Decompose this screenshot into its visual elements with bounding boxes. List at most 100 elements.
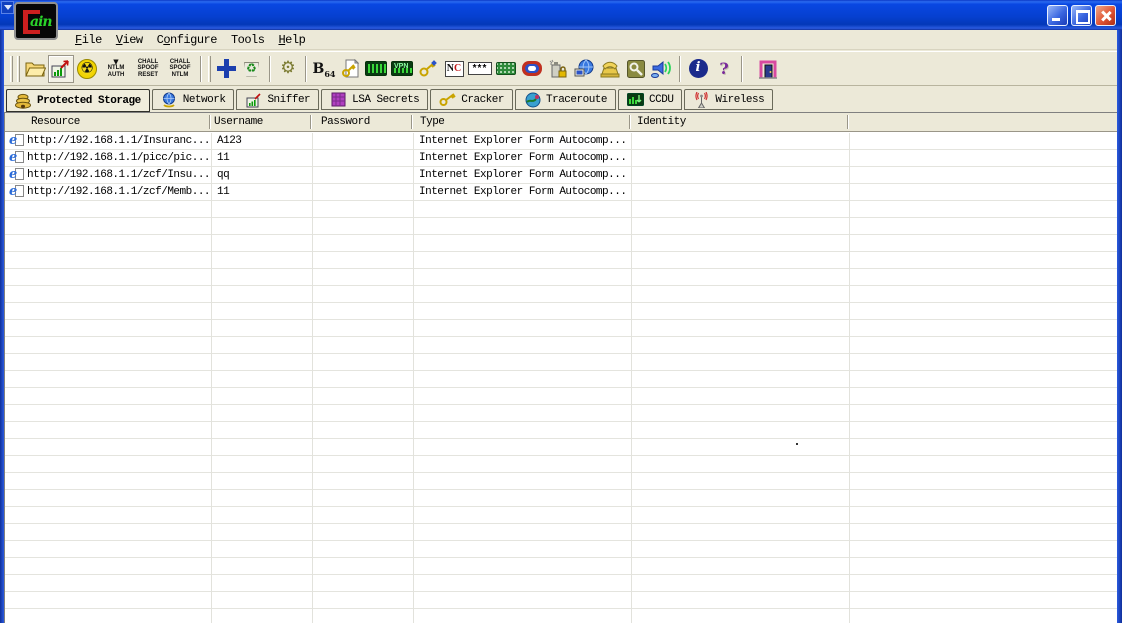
open-file-button[interactable]	[22, 55, 48, 83]
column-resizer[interactable]	[411, 115, 413, 129]
cell-type[interactable]: Internet Explorer Form Autocomp...	[419, 184, 629, 201]
cell-identity[interactable]	[637, 133, 847, 150]
cell-resource[interactable]: http://192.168.1.1/Insuranc...	[27, 133, 210, 150]
box-revealer-button[interactable]	[649, 55, 675, 83]
column-header-password[interactable]: Password	[321, 113, 409, 131]
column-header-type[interactable]: Type	[420, 113, 625, 131]
cell-identity[interactable]	[637, 167, 847, 184]
column-header-blank[interactable]	[855, 113, 1055, 131]
toolbar-grip[interactable]	[10, 56, 13, 82]
cell-resource[interactable]: http://192.168.1.1/picc/pic...	[27, 150, 210, 167]
cell-password[interactable]	[318, 133, 411, 150]
start-stop-sniffer-button[interactable]	[48, 55, 74, 83]
table-row[interactable]: e http://192.168.1.1/picc/pic... 11 Inte…	[5, 150, 1117, 167]
cell-identity[interactable]	[637, 150, 847, 167]
cell-identity[interactable]	[637, 184, 847, 201]
cell-type[interactable]: Internet Explorer Form Autocomp...	[419, 167, 629, 184]
nc-document-icon: NC	[445, 61, 464, 77]
ntlm-auth-button[interactable]: ▼NTLMAUTH	[100, 55, 132, 83]
column-resizer[interactable]	[209, 115, 211, 129]
cell-username[interactable]: 11	[217, 184, 310, 201]
hash-calculator-button[interactable]	[545, 55, 571, 83]
enterprise-manager-decoder-button[interactable]	[519, 55, 545, 83]
toolbar-separator	[679, 56, 681, 82]
asterisks-box-icon: ***	[468, 62, 492, 75]
cell-type[interactable]: Internet Explorer Form Autocomp...	[419, 133, 629, 150]
remove-button[interactable]: ♻	[239, 55, 265, 83]
add-to-list-button[interactable]	[213, 55, 239, 83]
ntlm-auth-icon: ▼NTLMAUTH	[101, 59, 131, 78]
access-database-decoder-button[interactable]	[337, 55, 363, 83]
close-button[interactable]	[1095, 5, 1116, 26]
tab-cracker[interactable]: Cracker	[430, 89, 513, 110]
password-revealer-button[interactable]: ***	[467, 55, 493, 83]
cell-username[interactable]: qq	[217, 167, 310, 184]
window-menu-icon[interactable]	[1, 1, 14, 14]
tab-sniffer[interactable]: Sniffer	[236, 89, 319, 110]
base64-decoder-button[interactable]: B64	[311, 55, 337, 83]
tab-label: CCDU	[649, 94, 673, 106]
toolbar-grip[interactable]	[17, 56, 20, 82]
grid-line-vertical	[413, 133, 414, 623]
table-row[interactable]: e http://192.168.1.1/Insuranc... A123 In…	[5, 133, 1117, 150]
recycle-bin-icon: ♻	[242, 59, 262, 79]
dialer-button[interactable]	[597, 55, 623, 83]
menu-tools[interactable]: Tools	[224, 31, 272, 49]
cisco-vpn-decoder-button[interactable]: VPN	[389, 55, 415, 83]
cisco-type7-decoder-button[interactable]	[363, 55, 389, 83]
ccdu-lcd-icon	[627, 92, 644, 108]
grid-line-vertical	[631, 133, 632, 623]
help-button[interactable]: ?	[711, 55, 737, 83]
wireless-zero-config-button[interactable]	[623, 55, 649, 83]
toolbar-grip[interactable]	[208, 56, 211, 82]
minimize-button[interactable]	[1047, 5, 1068, 26]
column-header-identity[interactable]: Identity	[637, 113, 842, 131]
tab-label: Network	[183, 94, 226, 106]
cell-resource[interactable]: http://192.168.1.1/zcf/Memb...	[27, 184, 210, 201]
menu-view[interactable]: View	[109, 31, 150, 49]
list-body[interactable]: e http://192.168.1.1/Insuranc... A123 In…	[5, 133, 1117, 623]
tab-label: Traceroute	[546, 94, 607, 106]
open-folder-icon	[25, 61, 46, 77]
tab-wireless[interactable]: Wireless	[684, 89, 773, 110]
maximize-button[interactable]	[1071, 5, 1092, 26]
wireless-key-button[interactable]	[415, 55, 441, 83]
globe-stand-icon	[161, 92, 178, 108]
column-header-username[interactable]: Username	[214, 113, 308, 131]
gold-key-icon	[439, 92, 456, 108]
table-row[interactable]: e http://192.168.1.1/zcf/Memb... 11 Inte…	[5, 184, 1117, 201]
chall-spoof-reset-button[interactable]: CHALLSPOOFRESET	[132, 55, 164, 83]
exit-button[interactable]	[755, 55, 781, 83]
tab-label: Wireless	[715, 94, 764, 106]
column-resizer[interactable]	[310, 115, 312, 129]
tab-network[interactable]: Network	[152, 89, 235, 110]
tab-ccdu[interactable]: CCDU	[618, 89, 682, 110]
menu-file[interactable]: File	[68, 31, 109, 49]
cell-type[interactable]: Internet Explorer Form Autocomp...	[419, 150, 629, 167]
about-button[interactable]: i	[685, 55, 711, 83]
cell-resource[interactable]: http://192.168.1.1/zcf/Insu...	[27, 167, 210, 184]
column-header-resource[interactable]: Resource	[31, 113, 207, 131]
column-resizer[interactable]	[629, 115, 631, 129]
tab-traceroute[interactable]: Traceroute	[515, 89, 616, 110]
chall-spoof-ntlm-button[interactable]: CHALLSPOOFNTLM	[164, 55, 196, 83]
tab-protected-storage[interactable]: Protected Storage	[6, 89, 150, 112]
table-row[interactable]: e http://192.168.1.1/zcf/Insu... qq Inte…	[5, 167, 1117, 184]
column-resizer[interactable]	[847, 115, 849, 129]
start-stop-apr-button[interactable]: ☢	[74, 55, 100, 83]
cell-password[interactable]	[318, 167, 411, 184]
tab-lsa-secrets[interactable]: LSA Secrets	[321, 89, 428, 110]
menu-help[interactable]: Help	[271, 31, 312, 49]
tab-label: Protected Storage	[37, 95, 141, 107]
speaker-waves-icon	[651, 60, 673, 78]
cell-password[interactable]	[318, 184, 411, 201]
cell-username[interactable]: A123	[217, 133, 310, 150]
remote-desktop-decoder-button[interactable]	[493, 55, 519, 83]
cisco-config-button[interactable]: NC	[441, 55, 467, 83]
titlebar[interactable]	[0, 0, 1122, 30]
cell-username[interactable]: 11	[217, 150, 310, 167]
rsa-token-button[interactable]	[571, 55, 597, 83]
menu-configure[interactable]: Configure	[150, 31, 224, 49]
configure-button[interactable]: ⚙	[275, 55, 301, 83]
cell-password[interactable]	[318, 150, 411, 167]
